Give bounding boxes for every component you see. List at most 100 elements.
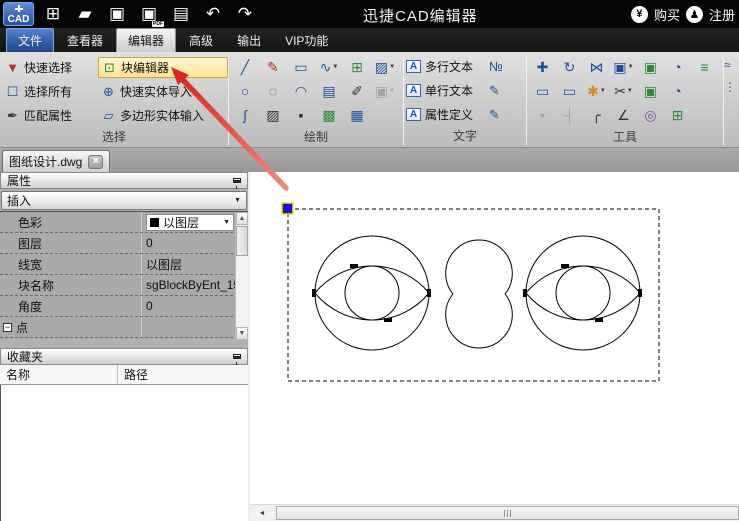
peanut-shape[interactable]: [446, 240, 513, 348]
menu-viewer[interactable]: 查看器: [56, 29, 114, 52]
properties-header-label: 属性: [7, 172, 31, 189]
mtext-button[interactable]: A多行文本: [406, 58, 473, 75]
blockname-value[interactable]: sgBlockByEnt_1598: [142, 275, 248, 295]
mirror-tool[interactable]: ⋈: [590, 60, 604, 74]
scroll-thumb[interactable]: [236, 226, 248, 256]
register-button[interactable]: 注册: [709, 5, 735, 24]
donut-tool[interactable]: ◎: [644, 108, 656, 122]
insert-block-tool[interactable]: ⊞: [351, 60, 363, 74]
rotate-tool[interactable]: ↻: [564, 60, 576, 74]
chamfer-tool[interactable]: ∠: [617, 108, 630, 122]
stext-button[interactable]: A单行文本: [406, 82, 473, 99]
window1-tool[interactable]: ▭: [536, 84, 549, 98]
hatch-region-tool[interactable]: ▨▼: [375, 60, 395, 74]
angle-value[interactable]: 0: [142, 296, 248, 316]
right-eye-lens[interactable]: [526, 266, 640, 320]
attr-edit-button[interactable]: ✎: [489, 108, 500, 121]
mirror-icon: ⋈: [590, 60, 604, 74]
scroll-up-button[interactable]: ▲: [236, 212, 248, 225]
open-file-button[interactable]: ▰: [72, 4, 98, 24]
table-tool[interactable]: ▦: [350, 108, 363, 122]
align-tool[interactable]: ≡: [700, 60, 708, 74]
ellipse-tool[interactable]: ◌: [269, 84, 277, 98]
buy-button[interactable]: 购买: [654, 5, 680, 24]
quick-select-button[interactable]: ▼快速选择: [2, 58, 98, 77]
document-tab[interactable]: 图纸设计.dwg ×: [2, 150, 110, 172]
region-tool[interactable]: ▣▼: [375, 84, 395, 98]
redo-button[interactable]: ↷: [232, 4, 258, 24]
left-eye-lens[interactable]: [315, 266, 429, 320]
select-box-tool[interactable]: ▣▼: [613, 60, 633, 74]
freehand-tool[interactable]: ✎: [267, 60, 279, 74]
window2-tool[interactable]: ▭: [563, 84, 576, 98]
favorites-list[interactable]: [0, 385, 248, 521]
trim-tool[interactable]: ✂▼: [614, 84, 633, 98]
paste-tool[interactable]: ▤: [322, 84, 335, 98]
touch-tool[interactable]: ✱▼: [587, 84, 606, 98]
pin-icon[interactable]: [233, 178, 241, 183]
collapse-expander-icon[interactable]: −: [3, 323, 12, 332]
copy-clock-tool[interactable]: ◔: [673, 60, 681, 74]
undo-button[interactable]: ↶: [200, 4, 226, 24]
gray2-tool[interactable]: ┤: [565, 108, 575, 122]
entity-type-dropdown[interactable]: 插入 ▼: [1, 191, 247, 210]
property-row-blockname: 块名称 sgBlockByEnt_1598: [0, 275, 248, 296]
circle-tool[interactable]: ○: [241, 84, 249, 98]
block-add-tool[interactable]: ⊞: [672, 108, 684, 122]
select-all-button[interactable]: ☐选择所有: [2, 82, 98, 101]
tab-close-button[interactable]: ×: [88, 155, 103, 169]
right-eye-outer-circle[interactable]: [526, 236, 640, 350]
numbering-button[interactable]: №: [489, 60, 503, 73]
left-eye-inner-circle[interactable]: [345, 266, 399, 320]
menu-file[interactable]: 文件: [6, 28, 54, 53]
selection-grip[interactable]: [282, 203, 293, 214]
menu-output[interactable]: 输出: [226, 29, 272, 52]
favorites-column-path[interactable]: 路径: [118, 365, 248, 384]
clock2-tool[interactable]: ◔: [673, 84, 681, 98]
fillet-tool[interactable]: ╭: [592, 108, 600, 122]
hatch-tool[interactable]: ▨: [266, 108, 279, 122]
favorites-column-name[interactable]: 名称: [0, 365, 118, 384]
menu-vip[interactable]: VIP功能: [274, 29, 339, 52]
text-edit-button[interactable]: ✎: [489, 84, 500, 97]
drawing-canvas[interactable]: ◄: [250, 172, 739, 521]
rectangle-tool[interactable]: ▭: [294, 60, 307, 74]
lineweight-value[interactable]: 以图层: [142, 254, 248, 274]
pin-icon[interactable]: [233, 354, 241, 359]
save-button[interactable]: ▣: [104, 4, 130, 24]
window1-icon: ▭: [536, 84, 549, 98]
selection-rect[interactable]: [288, 209, 659, 381]
scroll-left-button[interactable]: ◄: [254, 507, 270, 520]
property-grid-scrollbar[interactable]: ▲ ▼: [235, 212, 248, 340]
new-file-button[interactable]: ⊞: [40, 4, 66, 24]
match-properties-button[interactable]: ✒匹配属性: [2, 106, 98, 125]
pen-tool[interactable]: ✐: [351, 84, 363, 98]
print-button[interactable]: ▤: [168, 4, 194, 24]
menu-advanced[interactable]: 高级: [178, 29, 224, 52]
ribbon: ▼快速选择 ⊡块编辑器 ☐选择所有 ⊕快速实体导入 ✒匹配属性 ▱多边形实体输入…: [0, 52, 739, 148]
save-pdf-button[interactable]: ▣PDF: [136, 4, 162, 24]
horizontal-scroll-thumb[interactable]: [276, 506, 739, 520]
menu-editor[interactable]: 编辑器: [116, 28, 176, 53]
block-editor-button[interactable]: ⊡块编辑器: [98, 57, 228, 78]
copy2-tool[interactable]: ▣: [644, 84, 657, 98]
quick-entity-import-button[interactable]: ⊕快速实体导入: [98, 82, 228, 101]
right-eye-inner-circle[interactable]: [556, 266, 610, 320]
line-tool[interactable]: ╱: [241, 60, 249, 74]
left-eye-outer-circle[interactable]: [315, 236, 429, 350]
color-dropdown[interactable]: 以图层 ▼: [146, 214, 234, 231]
point-tool[interactable]: ▪: [299, 108, 304, 122]
polygon-entity-button[interactable]: ▱多边形实体输入: [98, 106, 228, 125]
spline-tool[interactable]: ʃ: [243, 108, 246, 122]
attr-def-button[interactable]: A属性定义: [406, 106, 473, 123]
scroll-down-button[interactable]: ▼: [236, 327, 248, 340]
arc-tool[interactable]: ◠: [295, 84, 307, 98]
gray1-tool[interactable]: ▪: [540, 108, 545, 122]
copy-tool[interactable]: ▣: [644, 60, 657, 74]
move-tool[interactable]: ✚: [537, 60, 549, 74]
horizontal-scrollbar[interactable]: ◄: [250, 504, 739, 521]
table-icon: ▦: [350, 108, 363, 122]
layer-value[interactable]: 0: [142, 233, 248, 253]
polyline-tool[interactable]: ∿▼: [320, 60, 339, 74]
image-tool[interactable]: ▩: [322, 108, 335, 122]
